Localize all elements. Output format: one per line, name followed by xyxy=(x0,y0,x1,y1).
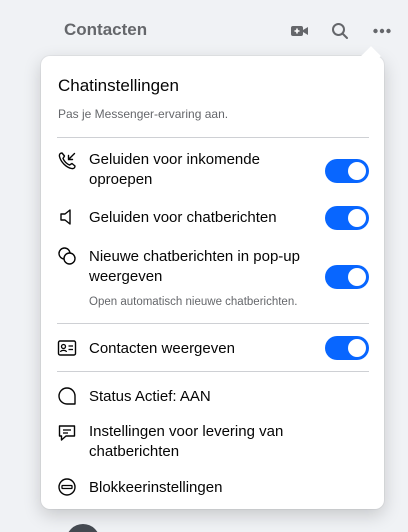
setting-label: Blokkeerinstellingen xyxy=(89,479,223,496)
setting-popup-messages[interactable]: Nieuwe chatberichten in pop-up weergeven… xyxy=(41,245,384,311)
more-options-icon[interactable] xyxy=(371,20,393,42)
popup-messages-toggle[interactable] xyxy=(325,265,369,289)
block-icon xyxy=(56,476,78,498)
setting-blocking[interactable]: Blokkeerinstellingen xyxy=(41,474,384,500)
chat-message-sounds-toggle[interactable] xyxy=(325,206,369,230)
avatar[interactable] xyxy=(66,524,100,532)
new-room-icon[interactable] xyxy=(289,20,311,42)
show-contacts-toggle[interactable] xyxy=(325,336,369,360)
phone-incoming-icon xyxy=(56,150,78,172)
setting-hint: Open automatisch nieuwe chatberichten. xyxy=(89,296,298,308)
setting-label: Contacten weergeven xyxy=(89,340,235,357)
toggle-knob xyxy=(348,268,366,286)
setting-label: Geluiden voor inkomende oproepen xyxy=(89,151,260,188)
setting-label: Geluiden voor chatberichten xyxy=(89,209,277,226)
message-delivery-icon xyxy=(56,422,78,444)
incoming-call-sounds-toggle[interactable] xyxy=(325,159,369,183)
contacts-title: Contacten xyxy=(64,20,148,39)
divider xyxy=(57,371,369,372)
divider xyxy=(57,323,369,324)
setting-label: Nieuwe chatberichten in pop-up weergeven xyxy=(89,248,300,285)
menu-subtitle: Pas je Messenger-ervaring aan. xyxy=(58,107,229,121)
setting-message-delivery[interactable]: Instellingen voor levering van chatberic… xyxy=(41,420,384,464)
setting-show-contacts[interactable]: Contacten weergeven xyxy=(41,335,384,361)
setting-label: Status Actief: AAN xyxy=(89,388,211,405)
setting-label: Instellingen voor levering van chatberic… xyxy=(89,423,284,460)
search-icon[interactable] xyxy=(329,20,351,42)
active-status-icon xyxy=(56,385,78,407)
speaker-icon xyxy=(56,206,78,228)
contacts-header: Contacten xyxy=(0,0,408,62)
toggle-knob xyxy=(348,339,366,357)
toggle-knob xyxy=(348,162,366,180)
divider xyxy=(57,137,369,138)
setting-incoming-call-sounds[interactable]: Geluiden voor inkomende oproepen xyxy=(41,148,384,194)
setting-chat-message-sounds[interactable]: Geluiden voor chatberichten xyxy=(41,204,384,230)
contacts-card-icon xyxy=(56,337,78,359)
chat-settings-menu: Chatinstellingen Pas je Messenger-ervari… xyxy=(41,46,384,509)
setting-active-status[interactable]: Status Actief: AAN xyxy=(41,383,384,409)
toggle-knob xyxy=(348,209,366,227)
menu-title: Chatinstellingen xyxy=(58,76,179,95)
chat-bubbles-icon xyxy=(56,245,78,267)
